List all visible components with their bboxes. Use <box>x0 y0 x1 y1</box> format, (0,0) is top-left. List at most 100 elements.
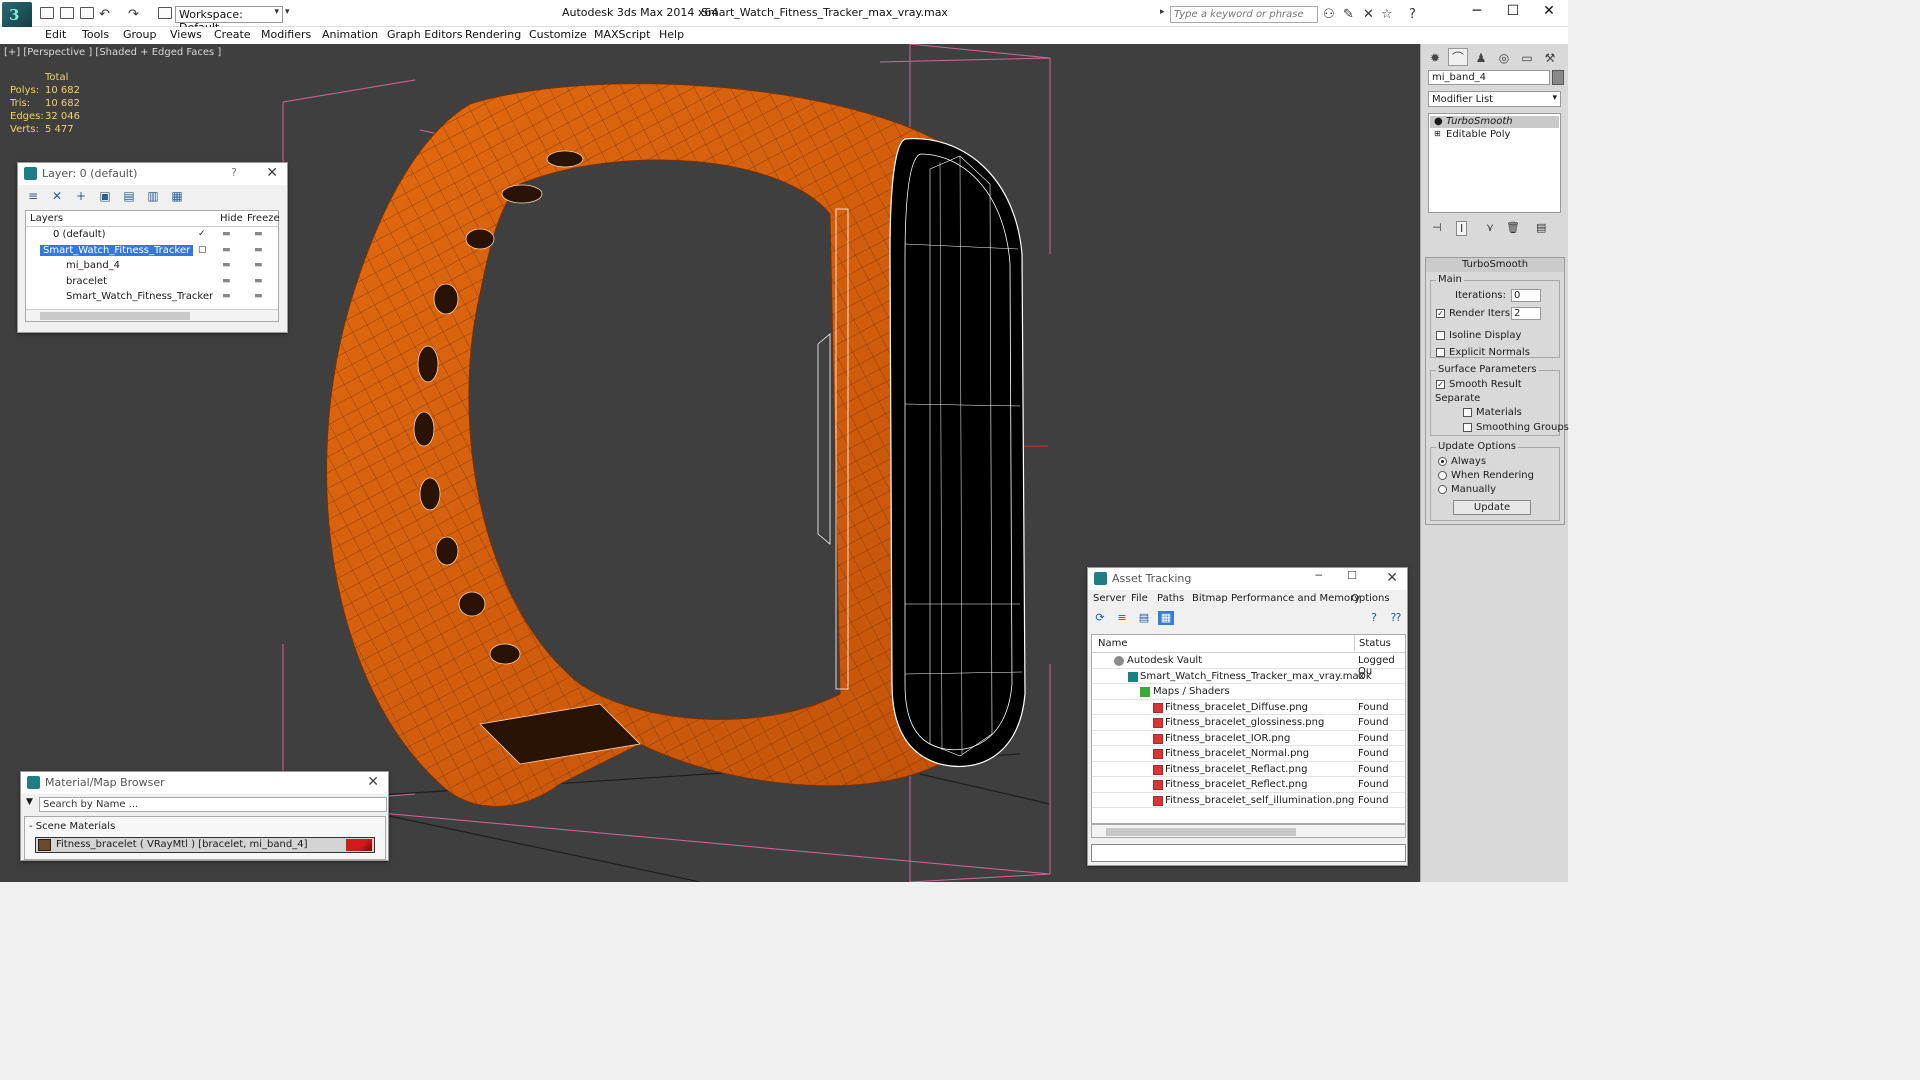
maximize-icon[interactable]: ☐ <box>1347 569 1357 582</box>
menu-paths[interactable]: Paths <box>1157 593 1184 604</box>
material-search-input[interactable]: Search by Name ... <box>39 797 387 812</box>
set-current-checkbox[interactable]: ▢ <box>198 245 207 255</box>
rollout-title[interactable]: TurboSmooth <box>1426 258 1564 272</box>
asset-path-field[interactable] <box>1091 844 1406 862</box>
menu-bitmap-performance[interactable]: Bitmap Performance and Memory <box>1192 593 1360 604</box>
asset-row[interactable]: Fitness_bracelet_Reflect.png Found <box>1092 777 1405 793</box>
close-icon[interactable]: ✕ <box>1386 570 1398 586</box>
hide-toggle[interactable]: ▬ <box>222 245 231 255</box>
modify-tab-icon[interactable]: ⌒ <box>1448 48 1468 66</box>
menu-modifiers[interactable]: Modifiers <box>261 28 311 41</box>
asset-row[interactable]: Maps / Shaders <box>1092 684 1405 700</box>
material-browser-titlebar[interactable]: Material/Map Browser ✕ <box>21 772 388 794</box>
list-view-icon[interactable]: ≡ <box>1114 611 1130 625</box>
favorites-star-icon[interactable]: ☆ <box>1381 7 1393 22</box>
update-always-radio[interactable] <box>1438 457 1447 466</box>
close-icon[interactable]: ✕ <box>367 774 379 790</box>
hide-all-icon[interactable]: ▥ <box>144 189 162 203</box>
menu-server[interactable]: Server <box>1093 593 1126 604</box>
help-search-input[interactable]: Type a keyword or phrase <box>1170 6 1318 23</box>
update-when-rendering-radio[interactable] <box>1438 471 1447 480</box>
layer-row[interactable]: 0 (default) ✓ ▬ ▬ <box>26 227 278 243</box>
select-objects-icon[interactable]: ▣ <box>96 189 114 203</box>
menu-edit[interactable]: Edit <box>45 28 66 41</box>
iterations-spinner[interactable]: 0 <box>1511 289 1541 302</box>
layer-row[interactable]: mi_band_4 ▬ ▬ <box>26 258 278 274</box>
col-name[interactable]: Name <box>1098 638 1128 649</box>
object-color-swatch[interactable] <box>1552 70 1564 85</box>
asset-row[interactable]: Fitness_bracelet_IOR.png Found <box>1092 731 1405 746</box>
communication-icon[interactable]: ✕ <box>1363 7 1374 22</box>
maximize-button[interactable]: ☐ <box>1498 3 1528 23</box>
menu-maxscript[interactable]: MAXScript <box>594 28 650 41</box>
close-button[interactable]: ✕ <box>1534 3 1564 23</box>
configure-sets-icon[interactable]: ▤ <box>1536 221 1546 234</box>
hide-toggle[interactable]: ▬ <box>222 229 231 239</box>
minimize-icon[interactable]: ─ <box>1315 569 1322 582</box>
menu-help[interactable]: Help <box>659 28 684 41</box>
freeze-all-icon[interactable]: ▦ <box>168 189 186 203</box>
stack-item-turbosmooth[interactable]: ● TurboSmooth <box>1430 116 1559 128</box>
quick-access-dropdown-icon[interactable]: ▾ <box>285 7 290 17</box>
app-logo-icon[interactable]: 3 <box>2 2 32 30</box>
current-layer-check-icon[interactable]: ✓ <box>198 229 206 239</box>
make-unique-icon[interactable]: ⋎ <box>1486 221 1494 234</box>
binoculars-icon[interactable]: ⚇ <box>1323 7 1335 22</box>
separate-smoothing-groups-checkbox[interactable] <box>1463 423 1472 432</box>
col-freeze[interactable]: Freeze <box>247 213 280 224</box>
menu-customize[interactable]: Customize <box>529 28 587 41</box>
col-status[interactable]: Status <box>1354 635 1391 651</box>
separate-materials-checkbox[interactable] <box>1463 408 1472 417</box>
update-button[interactable]: Update <box>1453 500 1531 515</box>
utilities-tab-icon[interactable]: ⚒ <box>1540 51 1560 69</box>
context-help-icon[interactable]: ⁇ <box>1388 611 1404 625</box>
help-icon[interactable]: ? <box>1409 7 1416 22</box>
project-folder-icon[interactable] <box>158 7 172 19</box>
save-file-icon[interactable] <box>80 7 94 19</box>
asset-row[interactable]: Autodesk Vault Logged Ou <box>1092 653 1405 677</box>
asset-row[interactable]: Fitness_bracelet_Normal.png Found <box>1092 746 1405 762</box>
expand-plus-icon[interactable]: ⊞ <box>1434 129 1441 138</box>
menu-file[interactable]: File <box>1131 593 1148 604</box>
hide-toggle[interactable]: ▬ <box>222 260 231 270</box>
motion-tab-icon[interactable]: ◎ <box>1494 51 1514 69</box>
explicit-normals-checkbox[interactable] <box>1436 348 1445 357</box>
asset-row[interactable]: Fitness_bracelet_Diffuse.png Found <box>1092 700 1405 715</box>
asset-row[interactable]: Smart_Watch_Fitness_Tracker_max_vray.max… <box>1092 669 1405 684</box>
material-item[interactable]: Fitness_bracelet ( VRayMtl ) [bracelet, … <box>35 837 375 853</box>
browser-options-icon[interactable]: ▼ <box>26 797 33 807</box>
col-layers[interactable]: Layers <box>30 213 63 224</box>
isoline-checkbox[interactable] <box>1436 331 1445 340</box>
layer-dialog-titlebar[interactable]: Layer: 0 (default) ? ✕ <box>18 163 287 185</box>
freeze-toggle[interactable]: ▬ <box>254 260 263 270</box>
pin-stack-icon[interactable]: ⊣ <box>1432 221 1442 234</box>
freeze-toggle[interactable]: ▬ <box>254 291 263 301</box>
remove-modifier-icon[interactable]: 🗑 <box>1506 221 1520 234</box>
redo-icon[interactable]: ↷ <box>128 7 139 22</box>
horizontal-scrollbar[interactable] <box>1091 824 1406 838</box>
freeze-toggle[interactable]: ▬ <box>254 276 263 286</box>
menu-rendering[interactable]: Rendering <box>465 28 521 41</box>
highlight-layer-icon[interactable]: ▤ <box>120 189 138 203</box>
col-hide[interactable]: Hide <box>220 213 243 224</box>
render-iters-spinner[interactable]: 2 <box>1511 307 1541 320</box>
tree-view-icon[interactable]: ▤ <box>1136 611 1152 625</box>
modifier-list-dropdown[interactable]: Modifier List <box>1428 91 1561 107</box>
freeze-toggle[interactable]: ▬ <box>254 245 263 255</box>
smooth-result-checkbox[interactable]: ✓ <box>1436 380 1445 389</box>
create-tab-icon[interactable]: ✹ <box>1425 51 1445 69</box>
object-name-field[interactable]: mi_band_4 <box>1428 70 1550 85</box>
undo-icon[interactable]: ↶ <box>99 7 110 22</box>
help-icon[interactable]: ? <box>1366 611 1382 625</box>
add-to-layer-icon[interactable]: + <box>72 189 90 203</box>
scene-materials-group[interactable]: - Scene Materials <box>29 821 115 832</box>
minimize-button[interactable]: ─ <box>1462 3 1492 23</box>
layer-row[interactable]: Smart_Watch_Fitness_Tracker ▬ ▬ <box>26 289 278 305</box>
open-file-icon[interactable] <box>60 7 74 19</box>
menu-views[interactable]: Views <box>170 28 202 41</box>
hide-toggle[interactable]: ▬ <box>222 291 231 301</box>
asset-row[interactable]: Fitness_bracelet_Reflact.png Found <box>1092 762 1405 777</box>
menu-graph-editors[interactable]: Graph Editors <box>387 28 463 41</box>
render-iters-checkbox[interactable]: ✓ <box>1436 309 1445 318</box>
horizontal-scrollbar[interactable] <box>26 309 278 321</box>
